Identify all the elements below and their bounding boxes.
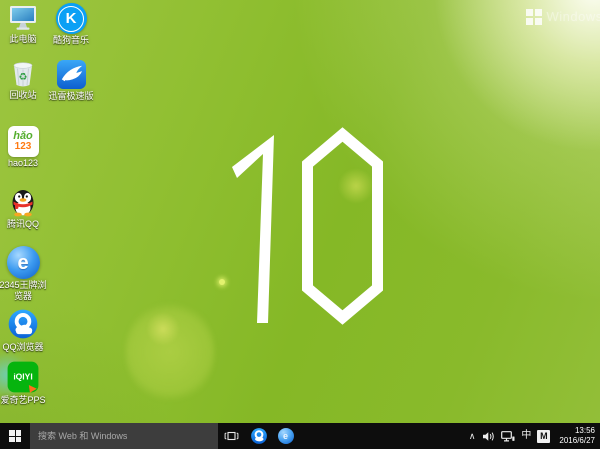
watermark-text: Windows	[547, 9, 600, 24]
svg-text:♻: ♻	[19, 72, 28, 83]
volume-icon[interactable]	[482, 431, 495, 442]
bokeh-circle-large	[125, 300, 215, 404]
icon-label: 迅雷极速版	[45, 91, 97, 102]
taskbar: e ∧ 中 M 13:56 2016/6/27	[0, 423, 600, 449]
ime-language-indicator[interactable]: 中	[521, 431, 531, 441]
windows-watermark: Windows	[526, 9, 600, 25]
icon-label: 酷狗音乐	[45, 35, 97, 46]
svg-text:iQIYI: iQIYI	[13, 372, 32, 382]
desktop-icon-2345-browser[interactable]: e 2345王牌浏览器	[0, 246, 46, 302]
bokeh-dot	[219, 279, 225, 285]
qq-browser-icon	[250, 427, 268, 445]
clock[interactable]: 13:56 2016/6/27	[556, 426, 595, 446]
icon-label: hao123	[0, 158, 49, 169]
this-pc-icon	[7, 3, 39, 33]
task-view-button[interactable]	[218, 423, 245, 449]
windows-logo-icon	[526, 9, 542, 25]
windows-start-icon	[9, 430, 21, 442]
desktop-icon-this-pc[interactable]: 此电脑	[0, 3, 46, 45]
ime-mode-indicator[interactable]: M	[537, 430, 550, 443]
system-tray: ∧ 中 M 13:56 2016/6/27	[468, 423, 600, 449]
icon-label: QQ浏览器	[0, 342, 49, 353]
desktop-icon-hao123[interactable]: hǎo 123 hao123	[0, 126, 46, 169]
qq-penguin-icon	[7, 186, 39, 218]
icon-label: 此电脑	[0, 34, 49, 45]
search-input[interactable]	[30, 423, 218, 449]
icon-label: 2345王牌浏览器	[0, 280, 49, 302]
desktop-icon-recycle-bin[interactable]: ♻ 回收站	[0, 59, 46, 101]
tray-chevron-up-icon[interactable]: ∧	[468, 432, 477, 441]
qq-browser-icon	[6, 307, 40, 341]
bokeh-circle-yellow	[146, 312, 180, 346]
kugou-music-icon: K	[56, 3, 87, 34]
2345-browser-icon: e	[278, 428, 294, 444]
2345-browser-icon: e	[7, 246, 40, 279]
windows-10-logo: 10	[228, 112, 390, 330]
taskbar-2345-browser-button[interactable]: e	[272, 423, 299, 449]
task-view-icon	[224, 430, 239, 442]
clock-time: 13:56	[559, 426, 595, 436]
desktop-icon-qq-browser[interactable]: QQ浏览器	[0, 307, 46, 353]
desktop-icon-iqiyi[interactable]: iQIYI 爱奇艺PPS	[0, 360, 46, 406]
desktop: Windows 10 此电脑 K 酷狗音乐	[0, 0, 600, 449]
icon-label: 回收站	[0, 90, 49, 101]
desktop-icon-xunlei[interactable]: 迅雷极速版	[48, 59, 94, 102]
icon-label: 爱奇艺PPS	[0, 395, 49, 406]
iqiyi-icon: iQIYI	[6, 360, 40, 394]
recycle-bin-icon: ♻	[7, 59, 39, 89]
desktop-icon-tencent-qq[interactable]: 腾讯QQ	[0, 186, 46, 230]
desktop-icon-kugou-music[interactable]: K 酷狗音乐	[48, 3, 94, 46]
clock-date: 2016/6/27	[559, 436, 595, 446]
start-button[interactable]	[0, 423, 30, 449]
hao123-icon: hǎo 123	[8, 126, 39, 157]
taskbar-qq-browser-button[interactable]	[245, 423, 272, 449]
xunlei-bird-icon	[56, 59, 87, 90]
icon-label: 腾讯QQ	[0, 219, 49, 230]
network-icon[interactable]	[501, 431, 515, 442]
